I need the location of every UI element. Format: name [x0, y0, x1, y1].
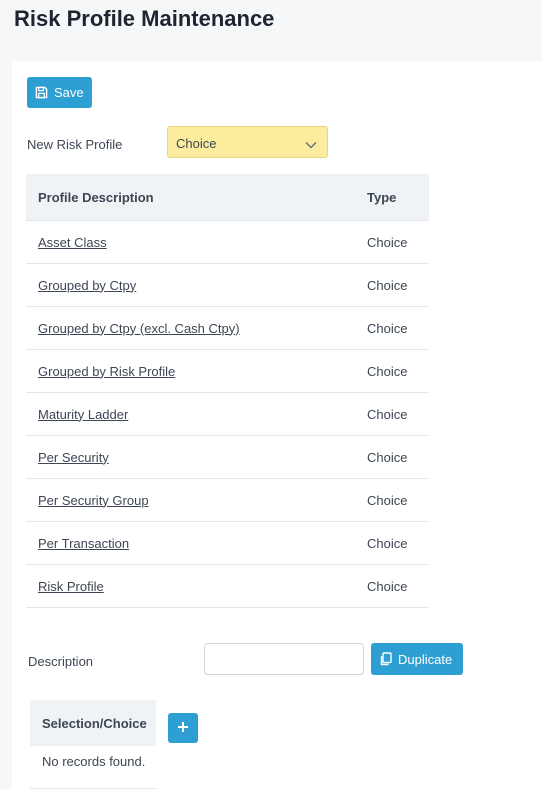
profile-type-cell: Choice [355, 349, 429, 393]
new-risk-profile-label: New Risk Profile [27, 137, 123, 152]
save-button[interactable]: Save [27, 77, 92, 108]
profile-description-cell: Grouped by Ctpy [26, 263, 355, 307]
profile-description-cell: Per Security Group [26, 478, 355, 522]
profile-type-cell: Choice [355, 478, 429, 522]
profile-type-cell: Choice [355, 392, 429, 436]
plus-icon [177, 721, 189, 736]
profile-link[interactable]: Risk Profile [38, 579, 104, 594]
risk-profiles-table: Profile Description Type Asset Class Cho… [26, 174, 429, 608]
table-row: Risk Profile Choice [26, 564, 429, 608]
new-risk-profile-select[interactable]: Choice [167, 126, 328, 158]
selection-choice-header: Selection/Choice [30, 700, 156, 746]
table-row: Maturity Ladder Choice [26, 392, 429, 436]
profile-link[interactable]: Per Transaction [38, 536, 129, 551]
profile-link[interactable]: Per Security Group [38, 493, 149, 508]
copy-icon [379, 652, 392, 666]
duplicate-button[interactable]: Duplicate [371, 643, 463, 675]
profile-type-cell: Choice [355, 306, 429, 350]
description-label: Description [28, 654, 94, 669]
profile-link[interactable]: Per Security [38, 450, 109, 465]
table-row: Grouped by Ctpy Choice [26, 263, 429, 307]
table-row: Grouped by Risk Profile Choice [26, 349, 429, 393]
profile-description-cell: Risk Profile [26, 564, 355, 608]
column-header-type[interactable]: Type [355, 174, 429, 221]
profile-type-cell: Choice [355, 564, 429, 608]
description-input[interactable] [204, 643, 364, 675]
profile-description-cell: Maturity Ladder [26, 392, 355, 436]
table-row: Grouped by Ctpy (excl. Cash Ctpy) Choice [26, 306, 429, 350]
profile-description-cell: Grouped by Ctpy (excl. Cash Ctpy) [26, 306, 355, 350]
profile-link[interactable]: Asset Class [38, 235, 107, 250]
table-row: Per Security Group Choice [26, 478, 429, 522]
profile-type-cell: Choice [355, 263, 429, 307]
no-records-message: No records found. [42, 754, 146, 769]
profile-description-cell: Per Security [26, 435, 355, 479]
page-title: Risk Profile Maintenance [14, 6, 275, 31]
save-button-label: Save [54, 85, 84, 100]
table-row: Per Security Choice [26, 435, 429, 479]
profile-type-cell: Choice [355, 521, 429, 565]
select-value: Choice [176, 136, 217, 151]
table-header-row: Profile Description Type [26, 174, 429, 221]
chevron-down-icon [305, 137, 317, 152]
profile-link[interactable]: Grouped by Risk Profile [38, 364, 175, 379]
duplicate-button-label: Duplicate [398, 651, 453, 667]
save-icon [35, 86, 48, 99]
table-row: Per Transaction Choice [26, 521, 429, 565]
profile-link[interactable]: Grouped by Ctpy (excl. Cash Ctpy) [38, 321, 240, 336]
profile-description-cell: Asset Class [26, 220, 355, 264]
profile-link[interactable]: Maturity Ladder [38, 407, 128, 422]
profile-description-cell: Per Transaction [26, 521, 355, 565]
main-panel: Save New Risk Profile Choice Profile Des… [12, 61, 542, 789]
table-row: Asset Class Choice [26, 220, 429, 264]
profile-type-cell: Choice [355, 435, 429, 479]
profile-description-cell: Grouped by Risk Profile [26, 349, 355, 393]
profile-type-cell: Choice [355, 220, 429, 264]
column-header-profile-description[interactable]: Profile Description [26, 174, 355, 221]
add-selection-button[interactable] [168, 713, 198, 743]
profile-link[interactable]: Grouped by Ctpy [38, 278, 136, 293]
